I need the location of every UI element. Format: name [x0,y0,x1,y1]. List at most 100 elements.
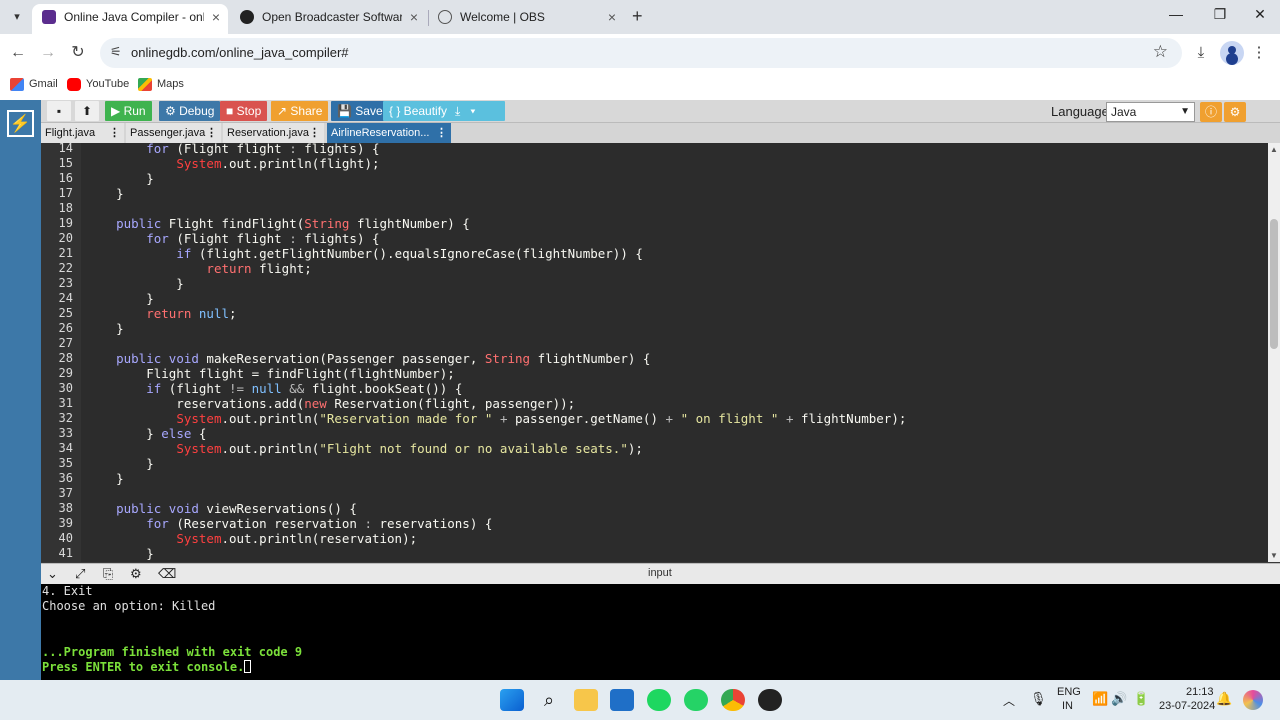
download-icon[interactable]: ⤓ [1190,42,1212,64]
share-button[interactable]: ↗ Share [271,101,329,121]
code-line[interactable]: } [86,321,124,336]
code-line[interactable]: System.out.println("Reservation made for… [86,411,906,426]
expand-icon[interactable]: ⤢ [75,566,85,582]
bookmark-youtube[interactable]: YouTube [67,78,129,91]
forward-icon[interactable]: → [37,42,59,64]
chrome-icon[interactable] [721,689,745,711]
close-window-icon[interactable]: ✕ [1238,6,1280,23]
new-file-icon[interactable]: ▪ [47,101,71,121]
code-line[interactable]: System.out.println(flight); [86,156,379,171]
clock-time[interactable]: 21:13 [1186,686,1214,698]
omnibox[interactable]: ⚟ onlinegdb.com/online_java_compiler# ☆ [100,38,1182,68]
copy-icon[interactable]: ⎘ [103,566,113,582]
code-line[interactable]: for (Reservation reservation : reservati… [86,516,492,531]
clear-console-icon[interactable]: ⌫ [158,566,176,582]
bookmark-star-icon[interactable]: ☆ [1153,42,1168,62]
code-line[interactable]: return null; [86,306,236,321]
back-icon[interactable]: ← [7,42,29,64]
scroll-down-icon[interactable]: ▼ [1270,551,1278,560]
code-line[interactable]: return flight; [86,261,311,276]
spotify-icon[interactable] [647,689,671,711]
battery-icon[interactable]: 🔋 [1133,691,1149,707]
code-line[interactable]: System.out.println(reservation); [86,531,417,546]
site-info-icon[interactable]: ⚟ [110,44,122,60]
menu-icon[interactable]: ⋮ [1248,42,1270,64]
run-button[interactable]: ▶ Run [105,101,152,121]
reload-icon[interactable]: ↻ [67,42,89,64]
code-line[interactable]: for (Flight flight : flights) { [86,143,379,156]
more-options-icon[interactable]: ⋮ [206,123,217,143]
code-line[interactable]: public void viewReservations() { [86,501,357,516]
code-line[interactable]: System.out.println("Flight not found or … [86,441,643,456]
file-tab-reservation[interactable]: Reservation.java ⋮ [223,123,324,143]
tab-onlinegdb[interactable]: Online Java Compiler - online e × [32,4,228,34]
close-icon[interactable]: × [608,4,616,30]
tab-obs[interactable]: Open Broadcaster Software | OB × [230,4,426,34]
input-region[interactable]: IN [1062,700,1073,712]
stop-button[interactable]: ■ Stop [220,101,268,121]
upload-icon[interactable]: ⬆ [75,101,99,121]
collapse-chevron-icon[interactable]: ⌄ [47,566,58,582]
code-line[interactable]: Flight flight = findFlight(flightNumber)… [86,366,455,381]
code-line[interactable]: public Flight findFlight(String flightNu… [86,216,470,231]
restore-icon[interactable]: ❐ [1198,6,1242,23]
code-line[interactable]: for (Flight flight : flights) { [86,231,379,246]
code-line[interactable]: } [86,546,154,561]
debug-button[interactable]: ⚙ Debug [159,101,221,121]
whatsapp-icon[interactable] [684,689,708,711]
search-icon[interactable]: ⌕ [537,689,561,711]
microphone-icon[interactable]: 🎙 [1030,691,1047,707]
file-tab-airlinereservation[interactable]: AirlineReservation... ⋮ [327,123,451,143]
close-icon[interactable]: × [410,4,418,30]
save-button[interactable]: 💾 Save [331,101,389,121]
copilot-icon[interactable] [1243,690,1263,710]
tab-search-icon[interactable]: ▾ [6,6,28,28]
code-line[interactable]: if (flight != null && flight.bookSeat())… [86,381,462,396]
code-line[interactable]: reservations.add(new Reservation(flight,… [86,396,575,411]
editor-scrollbar[interactable]: ▲ ▼ [1268,143,1280,562]
minimize-icon[interactable]: — [1154,6,1198,22]
console-output[interactable]: 4. Exit Choose an option: Killed ...Prog… [41,584,1280,680]
file-explorer-icon[interactable] [574,689,598,711]
bookmark-maps[interactable]: Maps [138,78,184,91]
code-line[interactable]: } [86,171,154,186]
code-line[interactable]: } else { [86,426,206,441]
close-icon[interactable]: × [212,4,220,30]
more-options-icon[interactable]: ⋮ [436,123,447,143]
scrollbar-thumb[interactable] [1270,219,1278,349]
notification-bell-icon[interactable]: 🔔 [1216,691,1232,707]
more-options-icon[interactable]: ⋮ [109,123,120,143]
code-line[interactable]: public void makeReservation(Passenger pa… [86,351,650,366]
lightning-icon[interactable]: ⚡ [7,110,34,137]
store-icon[interactable] [610,689,634,711]
more-options-icon[interactable]: ⋮ [309,123,320,143]
code-line[interactable]: } [86,291,154,306]
file-tab-flight[interactable]: Flight.java ⋮ [41,123,124,143]
language-select[interactable]: Java ▼ [1106,102,1195,122]
code-line[interactable]: if (flight.getFlightNumber().equalsIgnor… [86,246,643,261]
code-line[interactable]: } [86,456,154,471]
profile-avatar-icon[interactable] [1220,41,1244,65]
wifi-icon[interactable]: 📶 [1092,691,1108,707]
code-line[interactable]: } [86,186,124,201]
file-tab-passenger[interactable]: Passenger.java ⋮ [126,123,221,143]
tray-overflow-icon[interactable]: ︿ [1003,692,1015,709]
tab-welcome-obs[interactable]: Welcome | OBS × [428,4,624,34]
windows-start-icon[interactable] [500,689,524,711]
input-language[interactable]: ENG [1057,686,1081,698]
clock-date[interactable]: 23-07-2024 [1159,700,1215,712]
download-button[interactable]: ⤓ ▾ [449,101,505,121]
bookmark-gmail[interactable]: Gmail [10,78,58,91]
code-editor[interactable]: 14 15 16 17 18 19 20 21 22 23 24 25 26 27 28 29 30 31 32 33… [41,143,1268,562]
volume-icon[interactable]: 🔊 [1111,691,1127,707]
settings-gear-icon[interactable]: ⚙ [1224,102,1246,122]
beautify-button[interactable]: { } Beautify [383,101,454,121]
new-tab-icon[interactable]: + [632,6,643,27]
info-icon[interactable]: ⓘ [1200,102,1222,122]
console-settings-icon[interactable]: ⚙ [130,566,142,582]
obs-icon[interactable] [758,689,782,711]
code-line[interactable]: } [86,471,124,486]
code-line[interactable]: } [86,276,184,291]
url-text[interactable]: onlinegdb.com/online_java_compiler# [131,45,349,60]
scroll-up-icon[interactable]: ▲ [1270,145,1278,154]
